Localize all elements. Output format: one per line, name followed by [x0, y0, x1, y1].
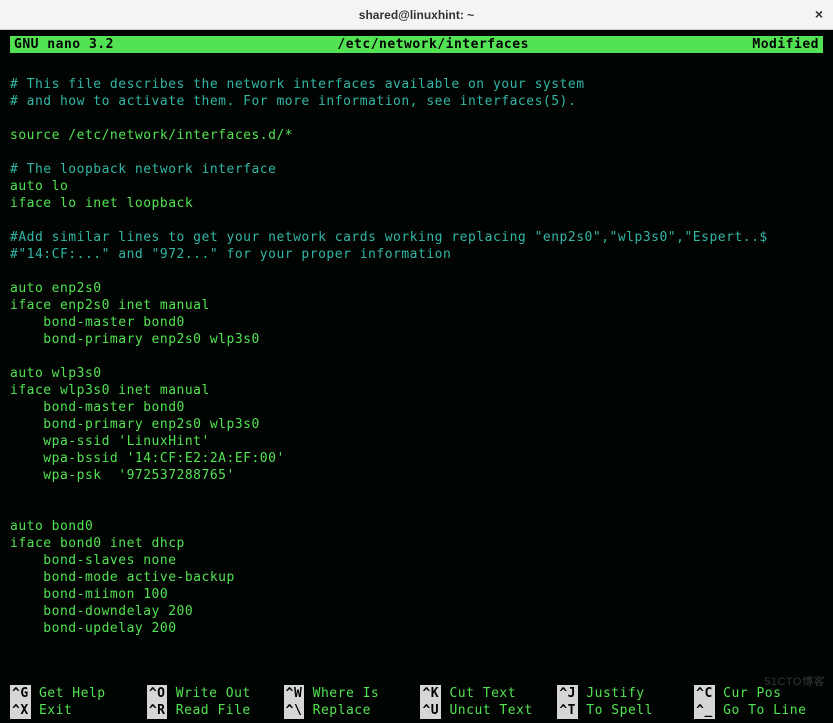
shortcut-item[interactable]: ^U Uncut Text: [420, 702, 549, 719]
editor-line: [10, 59, 823, 76]
shortcut-key: ^R: [147, 702, 168, 719]
editor-line: bond-downdelay 200: [10, 603, 823, 620]
editor-line: #Add similar lines to get your network c…: [10, 229, 823, 246]
editor-content[interactable]: # This file describes the network interf…: [10, 59, 823, 685]
editor-line: auto enp2s0: [10, 280, 823, 297]
shortcut-item[interactable]: ^C Cur Pos: [694, 685, 823, 702]
shortcut-bar: ^G Get Help ^O Write Out ^W Where Is ^K Cut…: [10, 685, 823, 719]
nano-file-path: /etc/network/interfaces: [144, 36, 722, 53]
shortcut-key: ^K: [420, 685, 441, 702]
shortcut-label: Exit: [31, 702, 73, 719]
editor-line: bond-primary enp2s0 wlp3s0: [10, 416, 823, 433]
editor-line: iface lo inet loopback: [10, 195, 823, 212]
shortcut-label: Where Is: [304, 685, 379, 702]
editor-line: [10, 484, 823, 501]
nano-status: Modified: [722, 36, 823, 53]
editor-line: bond-slaves none: [10, 552, 823, 569]
shortcut-key: ^C: [694, 685, 715, 702]
editor-line: [10, 110, 823, 127]
editor-line: bond-miimon 100: [10, 586, 823, 603]
close-icon[interactable]: ×: [815, 6, 823, 22]
editor-line: [10, 348, 823, 365]
shortcut-key: ^\: [284, 702, 305, 719]
shortcut-item[interactable]: ^G Get Help: [10, 685, 139, 702]
editor-line: [10, 144, 823, 161]
shortcut-item[interactable]: ^J Justify: [557, 685, 686, 702]
editor-line: bond-updelay 200: [10, 620, 823, 637]
editor-line: #"14:CF:..." and "972..." for your prope…: [10, 246, 823, 263]
shortcut-item[interactable]: ^O Write Out: [147, 685, 276, 702]
editor-line: [10, 501, 823, 518]
shortcut-key: ^T: [557, 702, 578, 719]
shortcut-key: ^G: [10, 685, 31, 702]
editor-line: [10, 212, 823, 229]
shortcut-item[interactable]: ^R Read File: [147, 702, 276, 719]
shortcut-label: Justify: [578, 685, 645, 702]
editor-line: auto wlp3s0: [10, 365, 823, 382]
shortcut-item[interactable]: ^X Exit: [10, 702, 139, 719]
shortcut-key: ^U: [420, 702, 441, 719]
editor-line: bond-master bond0: [10, 314, 823, 331]
shortcut-label: Get Help: [31, 685, 106, 702]
shortcut-label: Uncut Text: [441, 702, 533, 719]
shortcut-item[interactable]: ^T To Spell: [557, 702, 686, 719]
editor-line: iface enp2s0 inet manual: [10, 297, 823, 314]
shortcut-label: Write Out: [167, 685, 250, 702]
editor-line: # The loopback network interface: [10, 161, 823, 178]
shortcut-item[interactable]: ^W Where Is: [284, 685, 413, 702]
window-title: shared@linuxhint: ~: [359, 8, 474, 22]
editor-line: wpa-ssid 'LinuxHint': [10, 433, 823, 450]
shortcut-key: ^X: [10, 702, 31, 719]
nano-app-name: GNU nano 3.2: [10, 36, 144, 53]
editor-line: [10, 263, 823, 280]
editor-line: iface wlp3s0 inet manual: [10, 382, 823, 399]
editor-line: bond-primary enp2s0 wlp3s0: [10, 331, 823, 348]
editor-line: auto lo: [10, 178, 823, 195]
terminal-area[interactable]: GNU nano 3.2 /etc/network/interfaces Mod…: [0, 30, 833, 723]
editor-line: # and how to activate them. For more inf…: [10, 93, 823, 110]
editor-line: # This file describes the network interf…: [10, 76, 823, 93]
shortcut-key: ^_: [694, 702, 715, 719]
shortcut-label: Cur Pos: [715, 685, 782, 702]
shortcut-label: Go To Line: [715, 702, 807, 719]
editor-line: wpa-bssid '14:CF:E2:2A:EF:00': [10, 450, 823, 467]
shortcut-label: Read File: [167, 702, 250, 719]
shortcut-key: ^W: [284, 685, 305, 702]
editor-line: auto bond0: [10, 518, 823, 535]
shortcut-item[interactable]: ^K Cut Text: [420, 685, 549, 702]
shortcut-item[interactable]: ^\ Replace: [284, 702, 413, 719]
window-titlebar: shared@linuxhint: ~ ×: [0, 0, 833, 30]
nano-header-bar: GNU nano 3.2 /etc/network/interfaces Mod…: [10, 36, 823, 53]
shortcut-label: Replace: [304, 702, 371, 719]
editor-line: bond-mode active-backup: [10, 569, 823, 586]
shortcut-label: To Spell: [578, 702, 653, 719]
shortcut-key: ^O: [147, 685, 168, 702]
shortcut-item[interactable]: ^_ Go To Line: [694, 702, 823, 719]
shortcut-key: ^J: [557, 685, 578, 702]
shortcut-label: Cut Text: [441, 685, 516, 702]
editor-line: wpa-psk '972537288765': [10, 467, 823, 484]
editor-line: source /etc/network/interfaces.d/*: [10, 127, 823, 144]
editor-line: bond-master bond0: [10, 399, 823, 416]
editor-line: iface bond0 inet dhcp: [10, 535, 823, 552]
